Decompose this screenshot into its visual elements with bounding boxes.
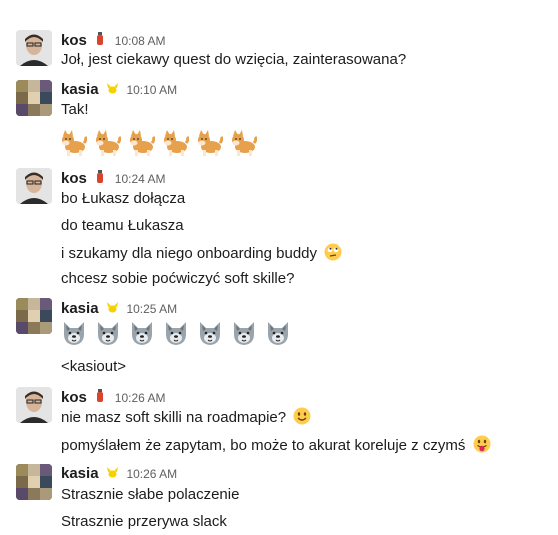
slight-smile-icon [293,407,311,425]
author-name[interactable]: kasia [61,300,99,317]
avatar-kos[interactable] [16,30,52,66]
collage-avatar-icon [16,80,52,116]
message-header: kos 10:08 AM [61,32,165,50]
avatar-kasia[interactable] [16,464,52,500]
collage-avatar-icon [16,464,52,500]
shiba-dog-icon [61,130,88,156]
timestamp[interactable]: 10:24 AM [115,172,166,186]
eye-roll-face-icon [324,243,342,261]
message-text: chcesz sobie poćwiczyć soft skille? [61,270,295,287]
person-portrait-icon [16,168,52,204]
message-text-with-emoji: i szukamy dla niego onboarding buddy [61,243,342,262]
message-text: Strasznie przerywa slack [61,513,227,530]
tongue-face-icon [473,435,491,453]
wolf-face-icon [265,320,291,346]
collage-avatar-icon [16,298,52,334]
author-name[interactable]: kos [61,170,87,187]
message-header: kos 10:24 AM [61,170,165,188]
author-name[interactable]: kasia [61,465,99,482]
author-name[interactable]: kasia [61,81,99,98]
avatar-kasia[interactable] [16,298,52,334]
pikachu-icon [106,82,118,97]
wolf-face-icon [61,320,87,346]
timestamp[interactable]: 10:26 AM [115,391,166,405]
shiba-dog-icon [231,130,258,156]
message-text: nie masz soft skilli na roadmapie? [61,409,287,426]
message-text: pomyślałem że zapytam, bo może to akurat… [61,437,466,454]
pikachu-icon [106,301,118,316]
emoji-row [61,130,265,156]
fire-extinguisher-icon [94,170,106,186]
message-text: <kasiout> [61,358,127,375]
author-name[interactable]: kos [61,389,87,406]
message-header: kos 10:26 AM [61,389,165,407]
wolf-face-icon [95,320,121,346]
wolf-face-icon [129,320,155,346]
message-text-with-emoji: nie masz soft skilli na roadmapie? [61,407,311,426]
avatar-kos[interactable] [16,168,52,204]
message-text: Tak! [61,101,89,118]
message-text: Strasznie słabe polaczenie [61,486,240,503]
shiba-dog-icon [163,130,190,156]
message-text: do teamu Łukasza [61,217,184,234]
timestamp[interactable]: 10:25 AM [126,302,177,316]
timestamp[interactable]: 10:26 AM [126,467,177,481]
emoji-row [61,320,299,346]
message-text: Joł, jest ciekawy quest do wzięcia, zain… [61,51,407,68]
pikachu-icon [106,466,118,481]
message-header: kasia 10:26 AM [61,465,177,483]
avatar-kos[interactable] [16,387,52,423]
message-header: kasia 10:25 AM [61,300,177,318]
shiba-dog-icon [95,130,122,156]
avatar-kasia[interactable] [16,80,52,116]
message-header: kasia 10:10 AM [61,81,177,99]
shiba-dog-icon [129,130,156,156]
timestamp[interactable]: 10:10 AM [126,83,177,97]
timestamp[interactable]: 10:08 AM [115,34,166,48]
fire-extinguisher-icon [94,389,106,405]
message-text: bo Łukasz dołącza [61,190,186,207]
author-name[interactable]: kos [61,32,87,49]
message-text: i szukamy dla niego onboarding buddy [61,245,318,262]
message-text-with-emoji: pomyślałem że zapytam, bo może to akurat… [61,435,491,454]
person-portrait-icon [16,387,52,423]
wolf-face-icon [197,320,223,346]
fire-extinguisher-icon [94,32,106,48]
wolf-face-icon [163,320,189,346]
shiba-dog-icon [197,130,224,156]
wolf-face-icon [231,320,257,346]
person-portrait-icon [16,30,52,66]
